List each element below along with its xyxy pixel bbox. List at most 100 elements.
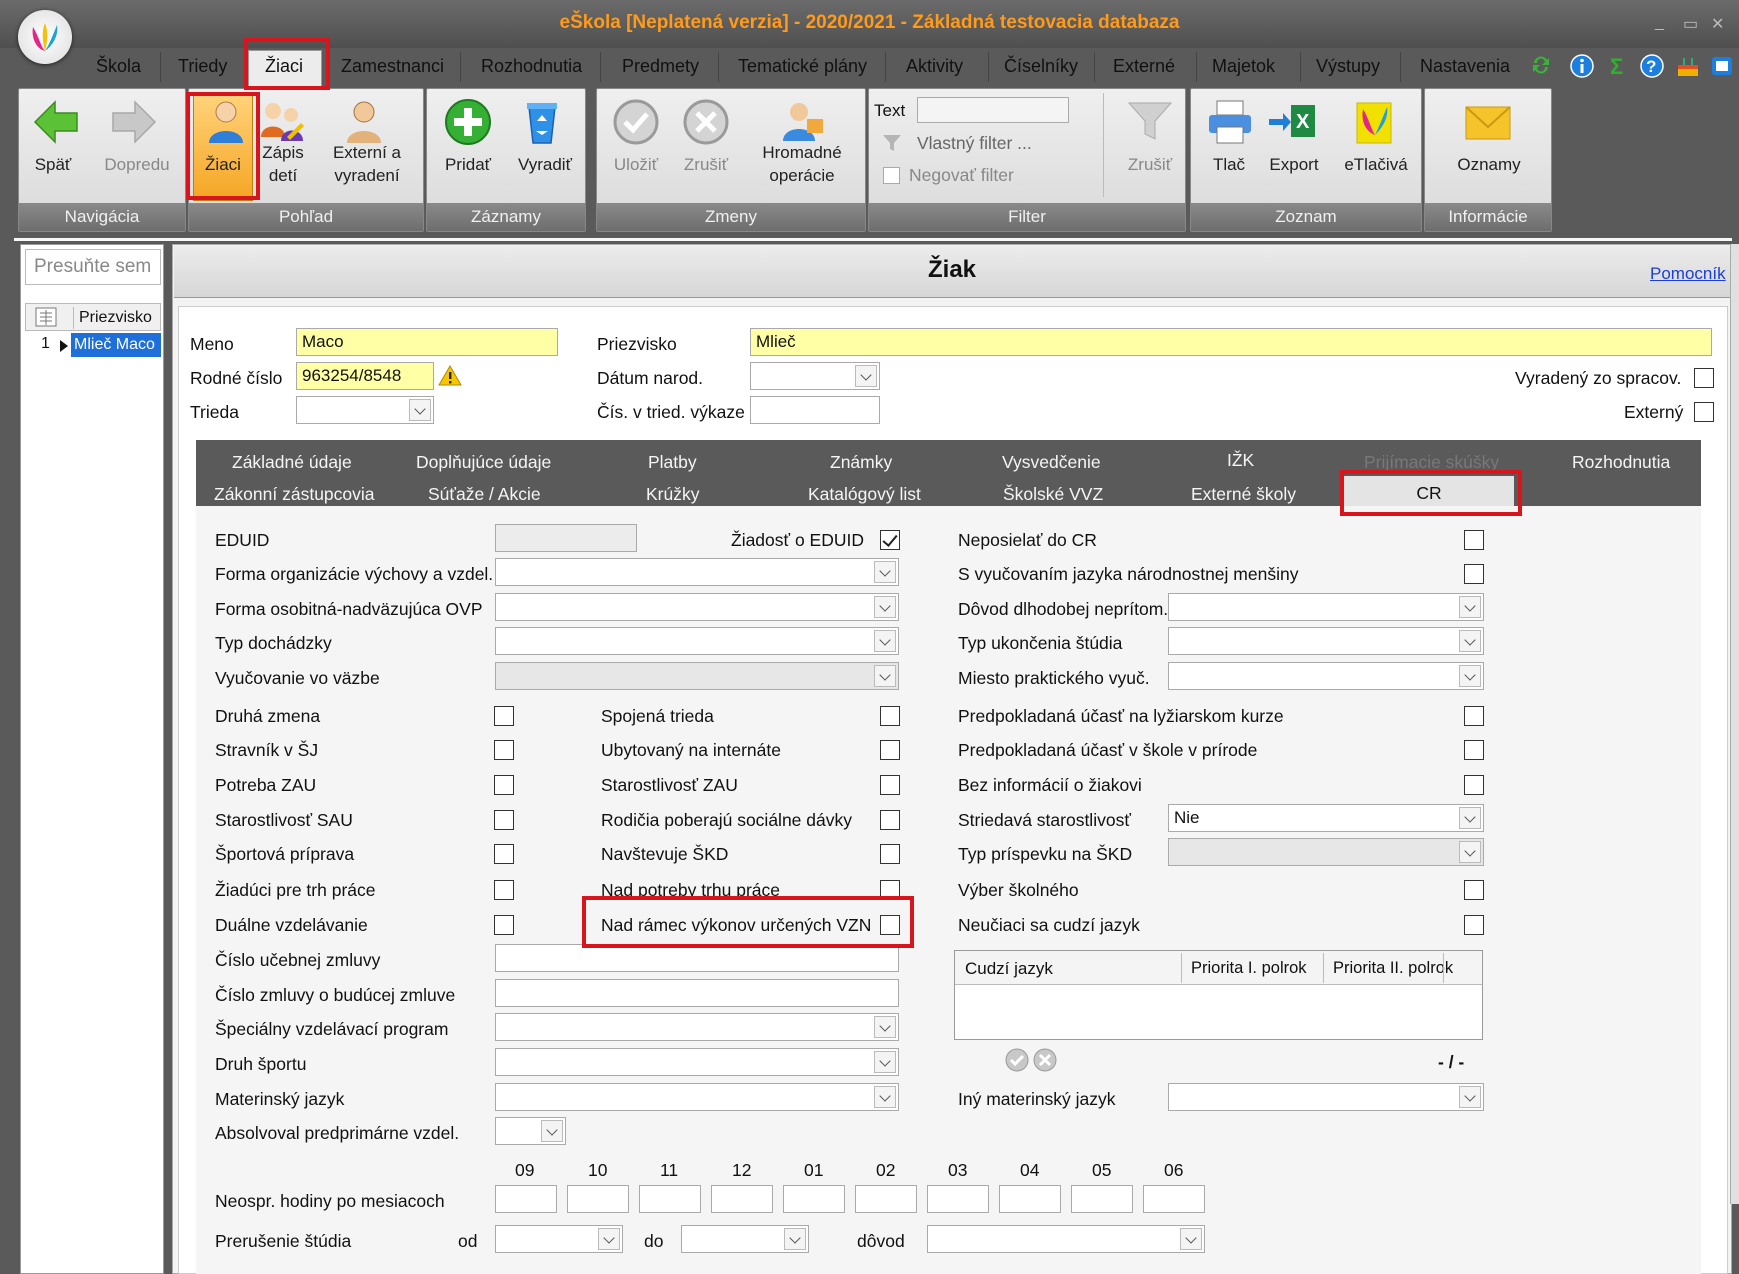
menu-aktivity[interactable]: Aktivity: [906, 56, 963, 77]
back-button[interactable]: Späť: [33, 153, 73, 176]
menu-externe[interactable]: Externé: [1113, 56, 1175, 77]
announcements-button[interactable]: Oznamy: [1435, 153, 1543, 176]
menu-predmety[interactable]: Predmety: [622, 56, 699, 77]
starostlivost-sau-checkbox[interactable]: [494, 810, 514, 830]
meno-input[interactable]: Maco: [296, 328, 558, 356]
window-switch-icon[interactable]: [1710, 54, 1734, 78]
tab-zakonni-zastupcovia[interactable]: Zákonní zástupcovia: [214, 484, 375, 505]
chevron-down-icon[interactable]: [1459, 596, 1481, 618]
remove-button[interactable]: Vyradiť: [507, 153, 583, 176]
chevron-down-icon[interactable]: [1180, 1228, 1202, 1250]
chevron-down-icon[interactable]: [874, 561, 896, 583]
clear-filter-button[interactable]: Zrušiť: [1117, 153, 1183, 176]
typ-prispevku-select[interactable]: [1168, 838, 1484, 866]
eforms-button[interactable]: eTlačivá: [1333, 153, 1419, 176]
save-button[interactable]: Uložiť: [603, 153, 669, 176]
cislo-vykaz-input[interactable]: [750, 396, 880, 424]
typ-ukoncenia-select[interactable]: [1168, 627, 1484, 655]
forma-org-select[interactable]: [495, 558, 899, 586]
vyber-skolneho-checkbox[interactable]: [1464, 880, 1484, 900]
ubytovany-checkbox[interactable]: [880, 740, 900, 760]
ziadost-eduid-checkbox[interactable]: [880, 530, 900, 550]
month-hours-input[interactable]: [495, 1185, 557, 1213]
narodnostnej-checkbox[interactable]: [1464, 564, 1484, 584]
rodne-cislo-input[interactable]: 963254/8548: [296, 362, 434, 390]
chevron-down-icon[interactable]: [855, 365, 877, 387]
potreba-zau-checkbox[interactable]: [494, 775, 514, 795]
menu-majetok[interactable]: Majetok: [1212, 56, 1275, 77]
typ-dochadzky-select[interactable]: [495, 627, 899, 655]
absolvoval-select[interactable]: [495, 1117, 566, 1145]
tab-vysvedcenie[interactable]: Vysvedčenie: [1002, 452, 1101, 473]
filter-text-input[interactable]: [917, 97, 1069, 123]
group-by-drop-area[interactable]: Presuňte sem: [25, 249, 161, 285]
stravnik-checkbox[interactable]: [494, 740, 514, 760]
print-button[interactable]: Tlač: [1199, 153, 1259, 176]
dovod-nepritom-select[interactable]: [1168, 593, 1484, 621]
vyradeny-checkbox[interactable]: [1694, 368, 1714, 388]
dualne-checkbox[interactable]: [494, 915, 514, 935]
datum-narod-picker[interactable]: [750, 362, 880, 390]
trieda-select[interactable]: [296, 396, 434, 424]
menu-tematicke-plany[interactable]: Tematické plány: [738, 56, 867, 77]
grid-col-priorita-1[interactable]: Priorita I. polrok: [1191, 959, 1307, 978]
tab-sutaze-akcie[interactable]: Súťaže / Akcie: [428, 484, 541, 505]
column-chooser-icon[interactable]: [35, 307, 57, 327]
menu-rozhodnutia[interactable]: Rozhodnutia: [481, 56, 582, 77]
tab-katalogovy-list[interactable]: Katalógový list: [808, 484, 921, 505]
chevron-down-icon[interactable]: [874, 1051, 896, 1073]
tab-platby[interactable]: Platby: [648, 452, 697, 473]
birthday-cake-icon[interactable]: [1675, 54, 1701, 78]
cislo-buducej-input[interactable]: [495, 979, 899, 1007]
prerusenie-od-picker[interactable]: [495, 1225, 623, 1253]
vyucovanie-vazbe-select[interactable]: [495, 662, 899, 690]
grid-confirm-icon[interactable]: [1004, 1047, 1030, 1073]
tab-doplnujuce-udaje[interactable]: Doplňujúce údaje: [416, 452, 551, 473]
neuciaci-checkbox[interactable]: [1464, 915, 1484, 935]
month-hours-input[interactable]: [999, 1185, 1061, 1213]
month-hours-input[interactable]: [567, 1185, 629, 1213]
miesto-prakt-select[interactable]: [1168, 662, 1484, 690]
add-button[interactable]: Pridať: [435, 153, 501, 176]
chevron-down-icon[interactable]: [784, 1228, 806, 1250]
bez-informacii-checkbox[interactable]: [1464, 775, 1484, 795]
navstevuje-skd-checkbox[interactable]: [880, 844, 900, 864]
chevron-down-icon[interactable]: [1459, 841, 1481, 863]
skola-prirode-checkbox[interactable]: [1464, 740, 1484, 760]
menu-vystupy[interactable]: Výstupy: [1316, 56, 1380, 77]
menu-skola[interactable]: Škola: [96, 56, 141, 77]
month-hours-input[interactable]: [1143, 1185, 1205, 1213]
month-hours-input[interactable]: [927, 1185, 989, 1213]
spojena-trieda-checkbox[interactable]: [880, 706, 900, 726]
menu-ciselniky[interactable]: Číselníky: [1004, 56, 1078, 77]
sigma-icon[interactable]: Σ: [1608, 54, 1628, 78]
externi-vyradeni-button[interactable]: Externí a vyradení: [317, 141, 417, 187]
prerusenie-do-picker[interactable]: [681, 1225, 809, 1253]
forma-osob-select[interactable]: [495, 593, 899, 621]
tab-izk[interactable]: IŽK: [1227, 450, 1254, 471]
sportova-priprava-checkbox[interactable]: [494, 844, 514, 864]
externy-checkbox[interactable]: [1694, 402, 1714, 422]
rodicia-davky-checkbox[interactable]: [880, 810, 900, 830]
negate-filter-checkbox[interactable]: [883, 167, 900, 184]
starostlivost-zau-checkbox[interactable]: [880, 775, 900, 795]
tab-rozhodnutia[interactable]: Rozhodnutia: [1572, 452, 1670, 473]
export-button[interactable]: Export: [1261, 153, 1327, 176]
tab-zakladne-udaje[interactable]: Základné údaje: [232, 452, 352, 473]
materinsky-select[interactable]: [495, 1083, 899, 1111]
zapis-deti-button[interactable]: Zápis detí: [253, 141, 313, 187]
chevron-down-icon[interactable]: [1459, 665, 1481, 687]
chevron-down-icon[interactable]: [541, 1120, 563, 1142]
tab-znamky[interactable]: Známky: [830, 452, 892, 473]
chevron-down-icon[interactable]: [1459, 1086, 1481, 1108]
help-link[interactable]: Pomocník: [1650, 264, 1726, 284]
druh-sportu-select[interactable]: [495, 1048, 899, 1076]
eduid-input[interactable]: [495, 524, 637, 552]
striedava-select[interactable]: Nie: [1168, 804, 1484, 832]
foreign-language-grid[interactable]: Cudzí jazyk Priorita I. polrok Priorita …: [954, 950, 1483, 1040]
grid-col-cudzi-jazyk[interactable]: Cudzí jazyk: [965, 959, 1053, 979]
info-icon[interactable]: [1570, 54, 1594, 78]
grid-col-priorita-2[interactable]: Priorita II. polrok: [1333, 959, 1453, 978]
neposielat-cr-checkbox[interactable]: [1464, 530, 1484, 550]
chevron-down-icon[interactable]: [874, 665, 896, 687]
